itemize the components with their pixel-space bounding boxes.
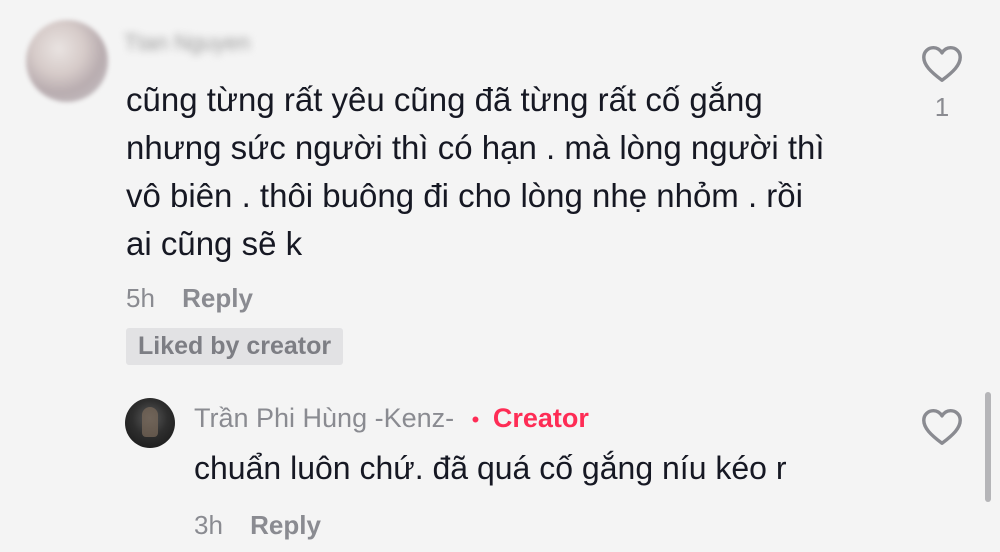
liked-by-creator-badge: Liked by creator: [126, 328, 344, 365]
reply-meta: 3h Reply: [194, 510, 321, 541]
comment-meta: 5h Reply: [126, 283, 253, 314]
comment-text-line: ai cũng sẽ k: [126, 225, 303, 262]
comment-text-line: nhưng sức người thì có hạn . mà lòng ngư…: [126, 129, 825, 166]
heart-outline-icon[interactable]: [919, 41, 965, 87]
heart-outline-icon[interactable]: [919, 404, 965, 450]
reply-reply-button[interactable]: Reply: [250, 510, 321, 540]
separator-dot: •: [471, 407, 480, 432]
comment-text-line: cũng từng rất yêu cũng đã từng rất cố gắ…: [126, 81, 763, 118]
commenter-username[interactable]: Ttan Nguyen: [124, 30, 250, 56]
comment-text-line: vô biên . thôi buông đi cho lòng nhẹ nhỏ…: [126, 177, 803, 214]
comment-reply-button[interactable]: Reply: [182, 283, 253, 313]
reply-text: chuẩn luôn chứ. đã quá cố gắng níu kéo r: [194, 450, 787, 486]
comment-text: cũng từng rất yêu cũng đã từng rất cố gắ…: [126, 76, 886, 268]
creator-tag: Creator: [492, 403, 589, 433]
comment-like-count: 1: [934, 92, 950, 122]
creator-avatar[interactable]: [125, 398, 175, 448]
scrollbar[interactable]: [985, 392, 991, 502]
commenter-avatar[interactable]: [26, 20, 108, 102]
reply-header: Trần Phi Hùng -Kenz- • Creator: [194, 403, 589, 434]
reply-timestamp: 3h: [194, 510, 223, 540]
comment-timestamp: 5h: [126, 283, 155, 313]
reply-author-name[interactable]: Trần Phi Hùng -Kenz-: [194, 403, 454, 433]
